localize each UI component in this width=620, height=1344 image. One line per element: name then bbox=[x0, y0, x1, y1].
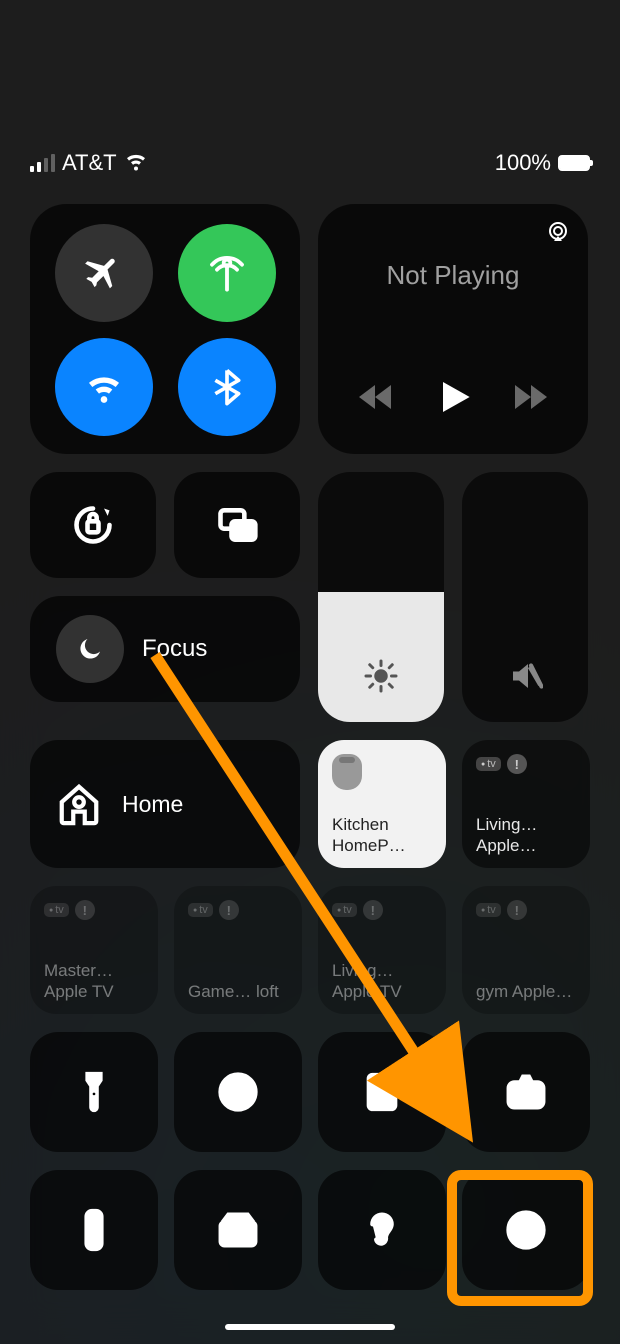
focus-label: Focus bbox=[142, 635, 207, 663]
battery-percentage: 100% bbox=[495, 150, 551, 176]
focus-button[interactable]: Focus bbox=[30, 596, 300, 702]
appletv-tile-master[interactable]: tv! Master… Apple TV bbox=[30, 886, 158, 1014]
orientation-lock-button[interactable] bbox=[30, 472, 156, 578]
alert-icon: ! bbox=[507, 754, 527, 774]
atv-badge: tv bbox=[476, 757, 501, 771]
atv-badge: tv bbox=[332, 903, 357, 917]
appletv-tile-gameloft[interactable]: tv! Game… loft bbox=[174, 886, 302, 1014]
screen-record-button[interactable] bbox=[462, 1170, 590, 1290]
atv-badge: tv bbox=[44, 903, 69, 917]
appletv-tile-living2[interactable]: tv! Living… Apple TV bbox=[318, 886, 446, 1014]
hearing-button[interactable] bbox=[318, 1170, 446, 1290]
cellular-signal-icon bbox=[30, 154, 55, 172]
volume-slider[interactable] bbox=[462, 472, 588, 722]
carrier-label: AT&T bbox=[62, 150, 117, 176]
remote-button[interactable] bbox=[30, 1170, 158, 1290]
tile-label: gym Apple… bbox=[476, 982, 576, 1002]
alert-icon: ! bbox=[219, 900, 239, 920]
tile-label: Living… Apple TV bbox=[332, 961, 432, 1002]
rewind-button[interactable] bbox=[359, 384, 391, 415]
cellular-data-toggle[interactable] bbox=[178, 224, 276, 322]
tile-label: Living… Apple… bbox=[476, 815, 576, 856]
connectivity-panel[interactable] bbox=[30, 204, 300, 454]
bluetooth-toggle[interactable] bbox=[178, 338, 276, 436]
battery-icon bbox=[558, 155, 590, 171]
airplane-mode-toggle[interactable] bbox=[55, 224, 153, 322]
home-label: Home bbox=[122, 791, 183, 818]
calculator-button[interactable] bbox=[318, 1032, 446, 1152]
moon-icon bbox=[56, 615, 124, 683]
now-playing-title: Not Playing bbox=[338, 260, 568, 291]
play-button[interactable] bbox=[433, 377, 473, 422]
homepod-tile-kitchen[interactable]: Kitchen HomeP… bbox=[318, 740, 446, 868]
appletv-tile-gym[interactable]: tv! gym Apple… bbox=[462, 886, 590, 1014]
alert-icon: ! bbox=[507, 900, 527, 920]
tile-label: Kitchen HomeP… bbox=[332, 815, 432, 856]
timer-button[interactable] bbox=[174, 1032, 302, 1152]
status-bar: AT&T 100% bbox=[30, 0, 590, 180]
brightness-slider[interactable] bbox=[318, 472, 444, 722]
airplay-icon[interactable] bbox=[546, 220, 570, 249]
camera-button[interactable] bbox=[462, 1032, 590, 1152]
forward-button[interactable] bbox=[515, 384, 547, 415]
screen-mirroring-button[interactable] bbox=[174, 472, 300, 578]
atv-badge: tv bbox=[476, 903, 501, 917]
appletv-tile-living[interactable]: tv! Living… Apple… bbox=[462, 740, 590, 868]
home-indicator[interactable] bbox=[225, 1324, 395, 1330]
tile-label: Master… Apple TV bbox=[44, 961, 144, 1002]
wifi-toggle[interactable] bbox=[55, 338, 153, 436]
atv-badge: tv bbox=[188, 903, 213, 917]
wallet-button[interactable] bbox=[174, 1170, 302, 1290]
home-button[interactable]: Home bbox=[30, 740, 300, 868]
tile-label: Game… loft bbox=[188, 982, 288, 1002]
alert-icon: ! bbox=[363, 900, 383, 920]
homepod-icon bbox=[332, 754, 362, 790]
alert-icon: ! bbox=[75, 900, 95, 920]
media-panel[interactable]: Not Playing bbox=[318, 204, 588, 454]
flashlight-button[interactable] bbox=[30, 1032, 158, 1152]
wifi-status-icon bbox=[124, 148, 148, 178]
